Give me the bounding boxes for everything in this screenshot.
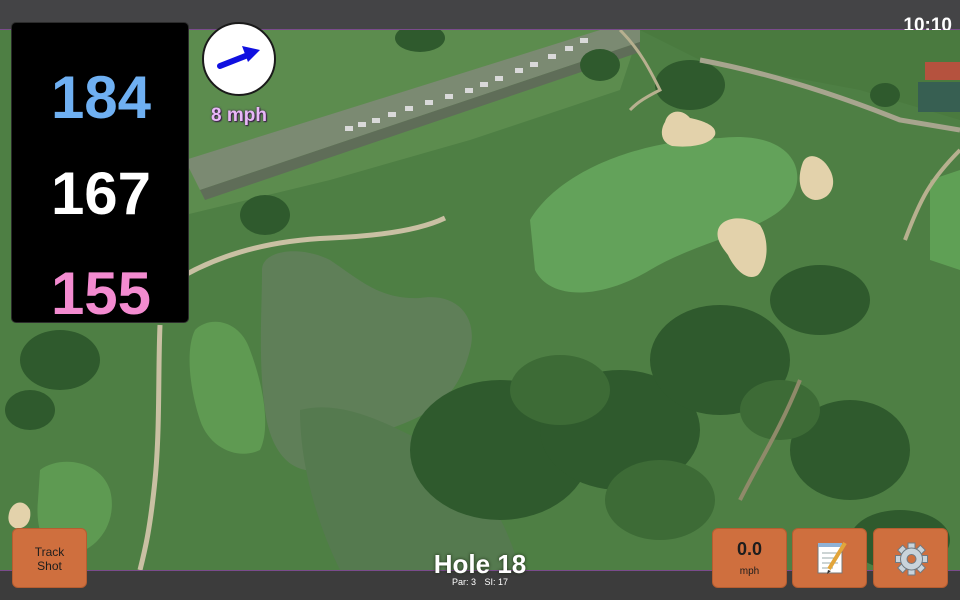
distance-middle: 167 xyxy=(50,160,152,227)
hole-stroke-index: SI: 17 xyxy=(484,577,509,587)
distance-panel: 184 167 155 xyxy=(11,22,189,327)
track-shot-label-line2: Shot xyxy=(37,559,62,573)
wind-direction-dial xyxy=(202,22,276,96)
distance-front: 155 xyxy=(50,260,152,327)
track-shot-label-line1: Track xyxy=(34,545,65,559)
arrow-up-right-icon xyxy=(217,46,260,69)
track-shot-button[interactable]: Track Shot xyxy=(12,528,87,588)
speed-button[interactable]: 0.0 mph xyxy=(712,528,787,588)
notes-button[interactable] xyxy=(792,528,867,588)
speed-value: 0.0 xyxy=(736,539,763,559)
notepad-icon xyxy=(817,541,847,574)
hole-par: Par: 3 xyxy=(451,577,476,587)
gear-icon xyxy=(895,542,928,576)
wind-speed-label: 8 mph xyxy=(211,105,267,126)
hole-title: Hole 18 xyxy=(433,549,527,579)
speed-unit: mph xyxy=(739,566,760,577)
hole-meta: Par: 3 SI: 17 xyxy=(380,577,580,587)
settings-button[interactable] xyxy=(873,528,948,588)
distance-back: 184 xyxy=(50,64,152,131)
